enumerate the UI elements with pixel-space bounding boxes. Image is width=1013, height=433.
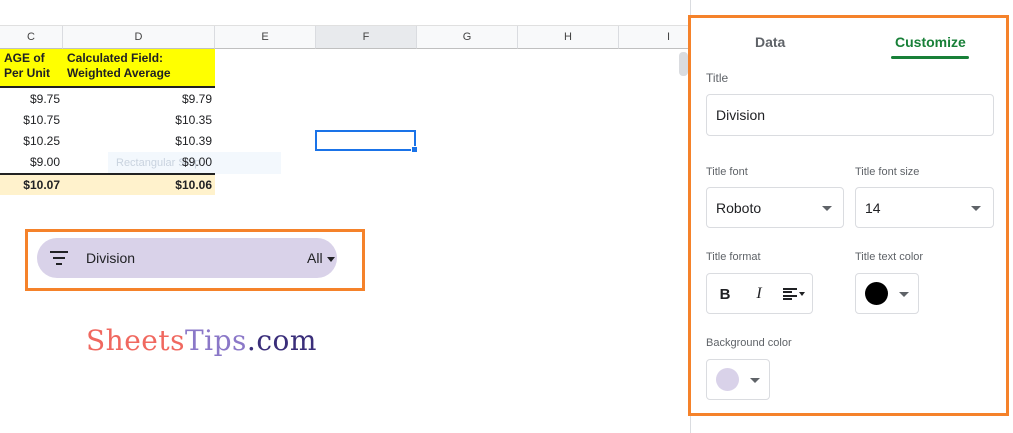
slicer-value: All	[307, 250, 323, 266]
title-text-color-label: Title text color	[855, 251, 924, 263]
column-header-label: I	[667, 31, 671, 43]
color-swatch-lavender	[716, 368, 739, 391]
slicer-title: Division	[86, 250, 136, 266]
column-header-label: C	[27, 31, 35, 43]
active-tab-indicator	[891, 56, 969, 59]
caret-down-icon	[326, 256, 335, 262]
sheetstips-logo: SheetsTips.com	[86, 324, 317, 357]
cell-c-row4[interactable]: $9.00	[0, 152, 63, 173]
cell-d-row1[interactable]: $9.79	[63, 89, 215, 110]
caret-down-icon	[971, 206, 981, 211]
title-format-label: Title format	[706, 251, 761, 263]
column-header-e[interactable]: E	[215, 26, 316, 49]
color-swatch-black	[865, 282, 888, 305]
tab-customize[interactable]: Customize	[895, 34, 966, 50]
caret-down-icon	[750, 378, 760, 383]
fill-handle[interactable]	[411, 146, 418, 153]
column-header-d[interactable]: D	[63, 26, 215, 49]
title-input[interactable]: Division	[706, 94, 994, 136]
title-input-value: Division	[716, 107, 766, 123]
logo-part: .com	[246, 324, 317, 357]
italic-button[interactable]: I	[742, 274, 776, 314]
column-header-label: F	[362, 31, 370, 43]
title-font-size-value: 14	[865, 200, 881, 216]
slicer-value-dropdown[interactable]: All	[307, 238, 335, 278]
column-header-g[interactable]: G	[417, 26, 518, 49]
title-font-select[interactable]: Roboto	[706, 187, 844, 228]
title-text-color-picker[interactable]	[855, 273, 919, 314]
column-header-label: G	[462, 31, 472, 43]
column-header-h[interactable]: H	[518, 26, 619, 49]
italic-icon: I	[756, 285, 762, 302]
column-header-c[interactable]: C	[0, 26, 63, 49]
text-align-button[interactable]	[776, 274, 812, 314]
title-font-value: Roboto	[716, 200, 762, 216]
selected-cell-f[interactable]	[315, 130, 418, 153]
column-header-f[interactable]: F	[316, 26, 417, 49]
slicer-filter-chip[interactable]: Division All	[37, 238, 337, 278]
cell-d-row4[interactable]: $9.00	[63, 152, 215, 173]
cell-c-row1[interactable]: $9.75	[0, 89, 63, 110]
column-header-label: H	[564, 31, 572, 43]
column-header-i[interactable]: I	[619, 26, 690, 49]
align-left-icon	[783, 288, 797, 300]
bold-icon: B	[719, 285, 731, 303]
caret-down-icon	[899, 292, 909, 297]
pivot-header-avg-per-unit[interactable]: AGE of Per Unit	[0, 49, 63, 88]
formula-bar-edge	[0, 0, 690, 26]
bold-button[interactable]: B	[708, 274, 742, 314]
spreadsheet-grid[interactable]: C D E F G H I AGE of Per Unit Calculated…	[0, 0, 690, 433]
cell-d-row3[interactable]: $10.39	[63, 131, 215, 152]
cell-c-row3[interactable]: $10.25	[0, 131, 63, 152]
vertical-scrollbar-thumb[interactable]	[679, 52, 688, 76]
title-font-size-label: Title font size	[855, 166, 920, 178]
filter-icon	[50, 251, 68, 265]
caret-down-icon	[822, 206, 832, 211]
column-header-label: E	[261, 31, 269, 43]
cell-c-row2[interactable]: $10.75	[0, 110, 63, 131]
grand-total-c[interactable]: $10.07	[0, 173, 63, 195]
logo-part: Sheets	[86, 324, 185, 357]
logo-part: Tips	[184, 324, 247, 357]
grand-total-d[interactable]: $10.06	[63, 173, 215, 195]
title-label: Title	[706, 71, 729, 85]
background-color-picker[interactable]	[706, 359, 770, 400]
cell-d-row2[interactable]: $10.35	[63, 110, 215, 131]
tab-data[interactable]: Data	[755, 34, 785, 50]
title-format-group: B I	[706, 273, 813, 314]
background-color-label: Background color	[706, 337, 792, 349]
title-font-size-select[interactable]: 14	[855, 187, 994, 228]
caret-down-icon	[799, 292, 805, 296]
pivot-header-weighted-average[interactable]: Calculated Field: Weighted Average	[63, 49, 215, 88]
title-font-label: Title font	[706, 166, 748, 178]
column-header-label: D	[134, 31, 143, 43]
